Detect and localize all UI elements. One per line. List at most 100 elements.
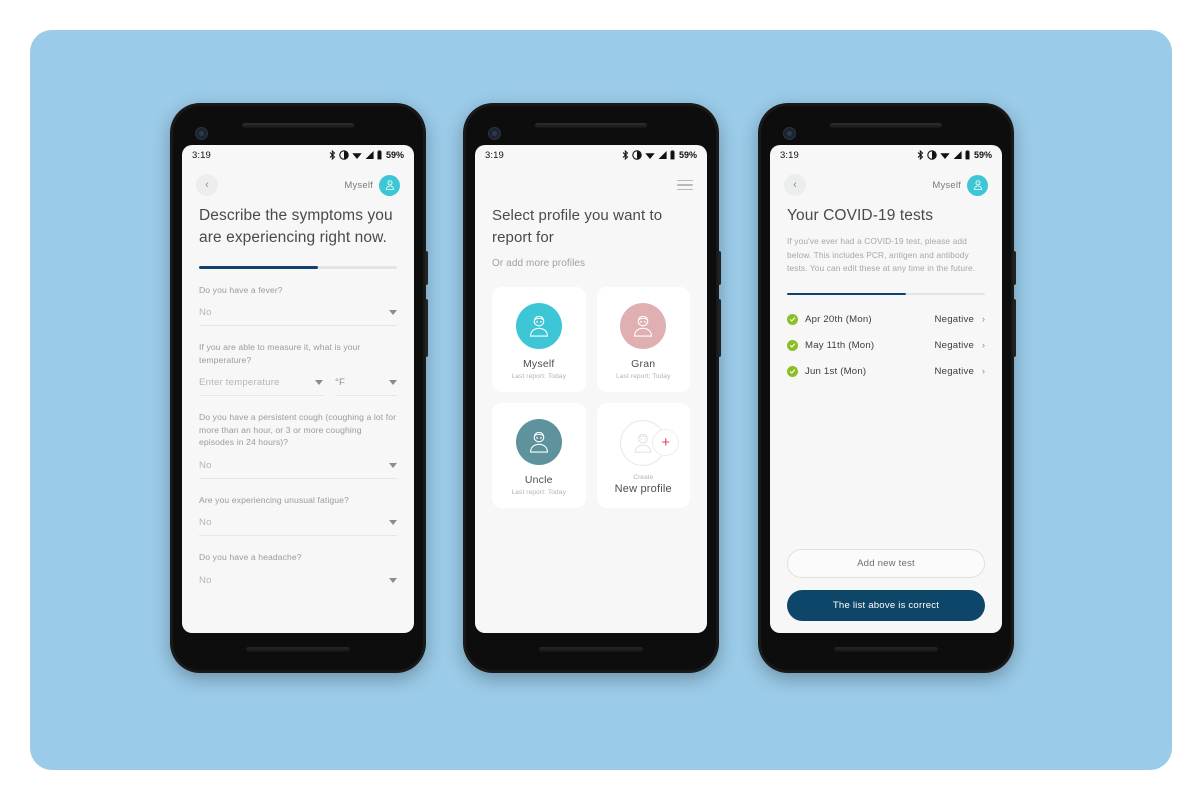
field-label: Do you have a headache? [199,552,302,562]
form-field-fatigue: Are you experiencing unusual fatigue? No [199,494,397,536]
person-avatar-icon [973,180,982,190]
wifi-icon [940,153,950,159]
field-label: Do you have a persistent cough (coughing… [199,412,397,447]
bluetooth-icon [917,150,924,160]
volume-button[interactable] [718,299,721,357]
signal-icon [365,151,374,159]
chevron-down-icon [389,380,397,385]
chevron-down-icon [389,520,397,525]
field-label: Do you have a fever? [199,284,283,295]
dnd-icon [339,150,349,160]
volume-button[interactable] [425,299,428,357]
chevron-down-icon [315,380,323,385]
person-avatar-icon [529,315,548,337]
status-bar: 3:19 59% [182,145,414,165]
profile-card-myself[interactable]: Myself Last report: Today [492,287,586,392]
app-bar [475,165,707,205]
confirm-list-button[interactable]: The list above is correct [787,590,985,621]
status-bar: 3:19 59% [770,145,1002,165]
create-label: Create [633,474,654,481]
hamburger-line [677,179,693,182]
add-new-test-button[interactable]: Add new test [787,549,985,578]
test-date: May 11th (Mon) [805,339,875,351]
profile-avatar [515,303,562,349]
profile-card-new[interactable]: + Create New profile [596,403,690,508]
new-profile-label: New profile [614,483,672,495]
status-bar: 3:19 59% [475,145,707,165]
table-row[interactable]: May 11th (Mon) Negative › [787,332,985,358]
field-label: If you are able to measure it, what is y… [199,342,361,365]
battery-icon [377,150,382,160]
page-title: Select profile you want to report for [492,207,663,246]
volume-button[interactable] [1013,299,1016,357]
profile-avatar-button[interactable] [967,174,988,196]
chevron-right-icon: › [982,314,985,324]
page-subtitle: Or add more profiles [492,258,586,269]
chevron-down-icon [389,462,397,468]
earpiece-speaker-icon [242,123,354,128]
cough-select[interactable]: No [199,460,397,479]
chevron-down-icon [389,577,397,583]
power-button[interactable] [718,251,721,285]
temperature-input[interactable]: Enter temperature [199,377,323,396]
status-time: 3:19 [192,149,211,161]
profile-card-uncle[interactable]: Uncle Last report: Today [492,403,586,508]
field-value: No [199,459,212,471]
check-circle-icon [787,339,798,351]
chevron-down-icon [389,310,397,315]
status-icons: 59% [622,150,697,160]
temperature-unit-select[interactable]: °F [335,377,397,396]
table-row[interactable]: Jun 1st (Mon) Negative › [787,358,985,384]
screen3-body: Your COVID-19 tests If you've ever had a… [770,205,1002,633]
page-title: Describe the symptoms you are experienci… [199,207,393,246]
test-result: Negative [934,339,974,351]
bottom-speaker-icon [246,647,350,652]
profile-card-gran[interactable]: Gran Last report: Today [596,287,690,392]
profile-last-report: Last report: Today [511,489,566,496]
page-description: If you've ever had a COVID-19 test, plea… [787,236,976,273]
profile-avatar [515,419,562,465]
hamburger-menu-icon[interactable] [677,179,693,191]
bottom-button-area: Add new test The list above is correct [787,549,985,621]
table-row[interactable]: Apr 20th (Mon) Negative › [787,306,985,332]
form-field-cough: Do you have a persistent cough (coughing… [199,411,397,479]
signal-icon [658,151,667,159]
test-date: Apr 20th (Mon) [805,313,872,325]
check-icon [789,316,796,322]
test-date: Jun 1st (Mon) [805,365,867,377]
screen-symptoms: 3:19 59% ‹ Myself Describe the symptoms … [182,145,414,633]
fever-select[interactable]: No [199,307,397,326]
current-profile-label: Myself [932,179,961,191]
screenshot-canvas: 3:19 59% ‹ Myself Describe the symptoms … [0,0,1200,800]
person-avatar-icon [634,315,653,337]
fatigue-select[interactable]: No [199,517,397,536]
status-icons: 59% [917,150,992,160]
check-circle-icon [787,313,798,325]
dnd-icon [927,150,937,160]
wifi-icon [645,153,655,159]
back-button[interactable]: ‹ [196,174,218,196]
battery-percent: 59% [385,150,404,160]
phone-mockup-tests: 3:19 59% ‹ Myself Your COVID-19 tests If… [758,103,1016,673]
check-icon [789,342,796,348]
field-value: No [199,307,212,318]
check-icon [789,368,796,374]
field-value: °F [335,377,346,388]
back-button[interactable]: ‹ [784,174,806,196]
form-field-headache: Do you have a headache? No [199,551,397,593]
dnd-icon [632,150,642,160]
power-button[interactable] [425,251,428,285]
plus-icon[interactable]: + [652,429,680,456]
bottom-speaker-icon [834,647,938,652]
front-camera-icon [488,127,501,140]
bluetooth-icon [329,150,336,160]
current-profile-label: Myself [344,179,373,191]
profile-avatar-button[interactable] [379,174,400,196]
person-avatar-icon [385,180,394,190]
progress-bar [199,266,397,269]
bottom-speaker-icon [539,647,643,652]
headache-select[interactable]: No [199,575,397,593]
app-bar: ‹ Myself [182,165,414,205]
battery-percent: 59% [678,150,697,160]
power-button[interactable] [1013,251,1016,285]
